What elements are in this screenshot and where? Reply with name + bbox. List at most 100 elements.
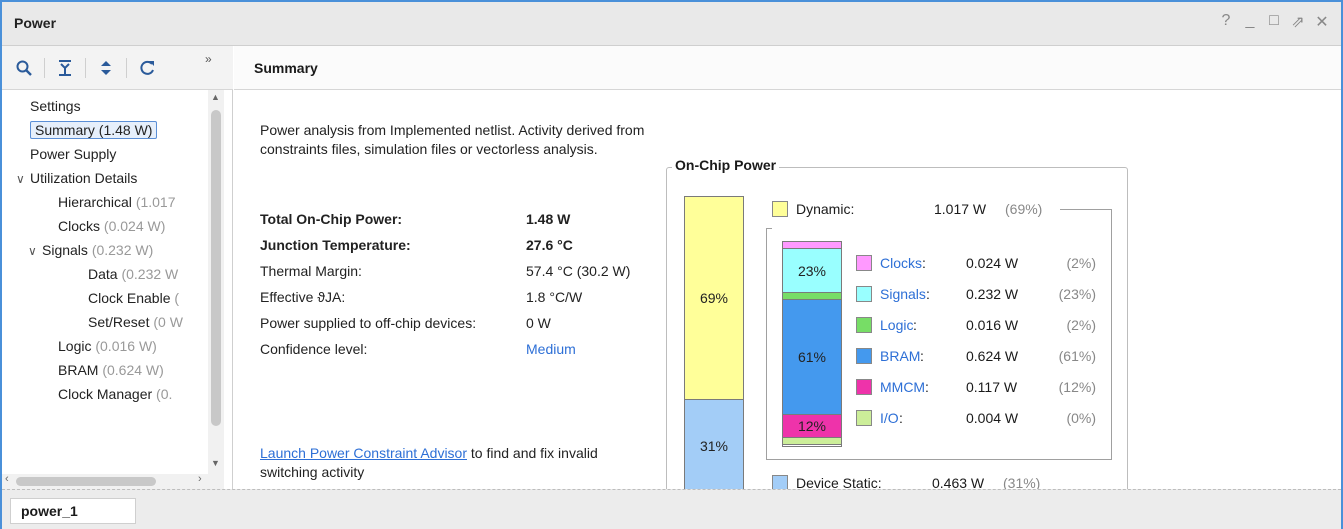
component-legend-row: Clocks 0.024 W (2%):	[856, 253, 1096, 273]
tree-item[interactable]: Power Supply	[30, 142, 116, 166]
component-colon: :	[925, 379, 929, 395]
summary-header: Summary	[234, 46, 1341, 90]
component-link[interactable]: Signals	[880, 284, 926, 304]
toolbar-divider	[85, 57, 86, 78]
component-bar-segment	[783, 438, 841, 445]
component-link[interactable]: Logic	[880, 315, 913, 335]
summary-pane: Summary Power analysis from Implemented …	[234, 46, 1341, 511]
collapse-all-icon[interactable]	[53, 56, 77, 80]
bottom-tab-bar: power_1	[2, 489, 1341, 529]
component-link[interactable]: Clocks	[880, 253, 922, 273]
toolbar-divider	[44, 57, 45, 78]
tree-item[interactable]: Hierarchical (1.017	[58, 190, 176, 214]
tab-power-1[interactable]: power_1	[10, 498, 136, 524]
tree-item-label: Clock Manager	[58, 386, 157, 402]
scroll-down-icon[interactable]: ▼	[211, 458, 220, 468]
component-legend-row: I/O 0.004 W (0%):	[856, 408, 1096, 428]
tree-item-power: (0.024 W)	[103, 218, 166, 234]
component-legend-row: MMCM 0.117 W (12%):	[856, 377, 1096, 397]
property-label: Effective ϑJA:	[260, 289, 346, 305]
tree-item-label: Clock Enable	[88, 290, 175, 306]
dynamic-bracket	[1060, 209, 1112, 210]
dynamic-swatch	[772, 201, 788, 217]
maximize-icon[interactable]: □	[1265, 12, 1283, 32]
component-percent: (61%)	[1058, 348, 1096, 364]
float-icon[interactable]: ⇗	[1289, 12, 1307, 32]
component-legend-row: BRAM 0.624 W (61%):	[856, 346, 1096, 366]
tree-item[interactable]: Logic (0.016 W)	[58, 334, 157, 358]
on-chip-power-title: On-Chip Power	[672, 157, 780, 173]
dynamic-bracket	[766, 228, 767, 459]
component-colon: :	[922, 255, 926, 271]
component-bar-label: 23%	[797, 262, 827, 279]
component-bar-label: 61%	[797, 349, 827, 365]
component-percent: (2%)	[1066, 317, 1096, 333]
power-window: Power ? _ □ ⇗ ✕ » Settings Summary (1.48…	[0, 0, 1343, 529]
tree-item[interactable]: Clock Manager (0.	[58, 382, 172, 406]
property-label: Thermal Margin:	[260, 263, 362, 279]
property-label: Confidence level:	[260, 341, 368, 357]
tree-item[interactable]: Clock Enable (	[88, 286, 179, 310]
component-link[interactable]: MMCM	[880, 377, 925, 397]
dynamic-value: 1.017 W	[934, 201, 987, 217]
tree-item-power: (0.232 W	[121, 266, 179, 282]
component-bar-segment	[783, 293, 841, 300]
close-icon[interactable]: ✕	[1313, 12, 1331, 32]
scroll-up-icon[interactable]: ▲	[211, 92, 220, 102]
component-value: 0.232 W	[966, 286, 1019, 302]
component-percent: (2%)	[1066, 255, 1096, 271]
tree-horizontal-scrollbar[interactable]: ‹ ›	[2, 473, 224, 489]
tree-item-power: (0.016 W)	[95, 338, 157, 354]
launch-advisor-link[interactable]: Launch Power Constraint Advisor	[260, 445, 467, 461]
tree-item[interactable]: Data (0.232 W	[88, 262, 178, 286]
property-value: 27.6 °C	[526, 237, 573, 253]
component-link[interactable]: BRAM	[880, 346, 920, 366]
component-bar-segment: 61%	[783, 300, 841, 415]
total-power-bar: 69% 31%	[684, 196, 744, 492]
component-swatch	[856, 410, 872, 426]
dynamic-percent: (69%)	[1005, 201, 1043, 217]
component-swatch	[856, 379, 872, 395]
tree-item[interactable]: Clocks (0.024 W)	[58, 214, 165, 238]
component-value: 0.024 W	[966, 255, 1019, 271]
expand-chevron-icon[interactable]: ∨	[28, 239, 42, 263]
dynamic-bracket	[1111, 209, 1112, 459]
tree-item[interactable]: ∨ Utilization Details	[16, 166, 137, 190]
property-value: 1.48 W	[526, 211, 571, 227]
tree-item[interactable]: Summary (1.48 W)	[30, 118, 158, 142]
scroll-thumb[interactable]	[16, 477, 156, 486]
title-bar: Power ? _ □ ⇗ ✕	[2, 2, 1341, 46]
scroll-thumb[interactable]	[211, 110, 221, 426]
scroll-left-icon[interactable]: ‹	[5, 473, 9, 485]
tree-item-label: Summary (1.48 W)	[30, 121, 158, 139]
component-bar-segment	[783, 242, 841, 249]
tree-item[interactable]: Settings	[30, 94, 81, 118]
dynamic-bar-label: 69%	[699, 290, 729, 306]
expand-chevron-icon[interactable]: ∨	[16, 167, 30, 191]
tree-item[interactable]: ∨ Signals (0.232 W)	[28, 238, 153, 262]
static-bar-label: 31%	[699, 437, 729, 454]
expand-all-icon[interactable]	[94, 56, 118, 80]
property-value[interactable]: Medium	[526, 341, 576, 357]
minimize-icon[interactable]: _	[1241, 12, 1259, 32]
help-icon[interactable]: ?	[1217, 12, 1235, 32]
more-icon[interactable]: »	[205, 52, 212, 66]
scroll-right-icon[interactable]: ›	[198, 473, 202, 485]
component-link[interactable]: I/O	[880, 408, 899, 428]
search-icon[interactable]	[12, 56, 36, 80]
static-bar-segment: 31%	[685, 400, 743, 491]
tree-item[interactable]: Set/Reset (0 W	[88, 310, 183, 334]
component-colon: :	[920, 348, 924, 364]
refresh-icon[interactable]	[135, 56, 159, 80]
tree-item-label: Clocks	[58, 218, 104, 234]
component-bar-segment: 12%	[783, 415, 841, 438]
tree-item[interactable]: BRAM (0.624 W)	[58, 358, 164, 382]
tree-item-power: (0.232 W)	[91, 242, 154, 258]
tree-item-label: BRAM	[58, 362, 103, 378]
dynamic-bar-segment: 69%	[685, 197, 743, 400]
tree-vertical-scrollbar[interactable]: ▲ ▼	[208, 90, 224, 474]
tree-item-power: (	[174, 290, 180, 306]
dynamic-bracket	[766, 459, 1112, 460]
property-label: Total On-Chip Power:	[260, 211, 403, 227]
component-value: 0.016 W	[966, 317, 1019, 333]
